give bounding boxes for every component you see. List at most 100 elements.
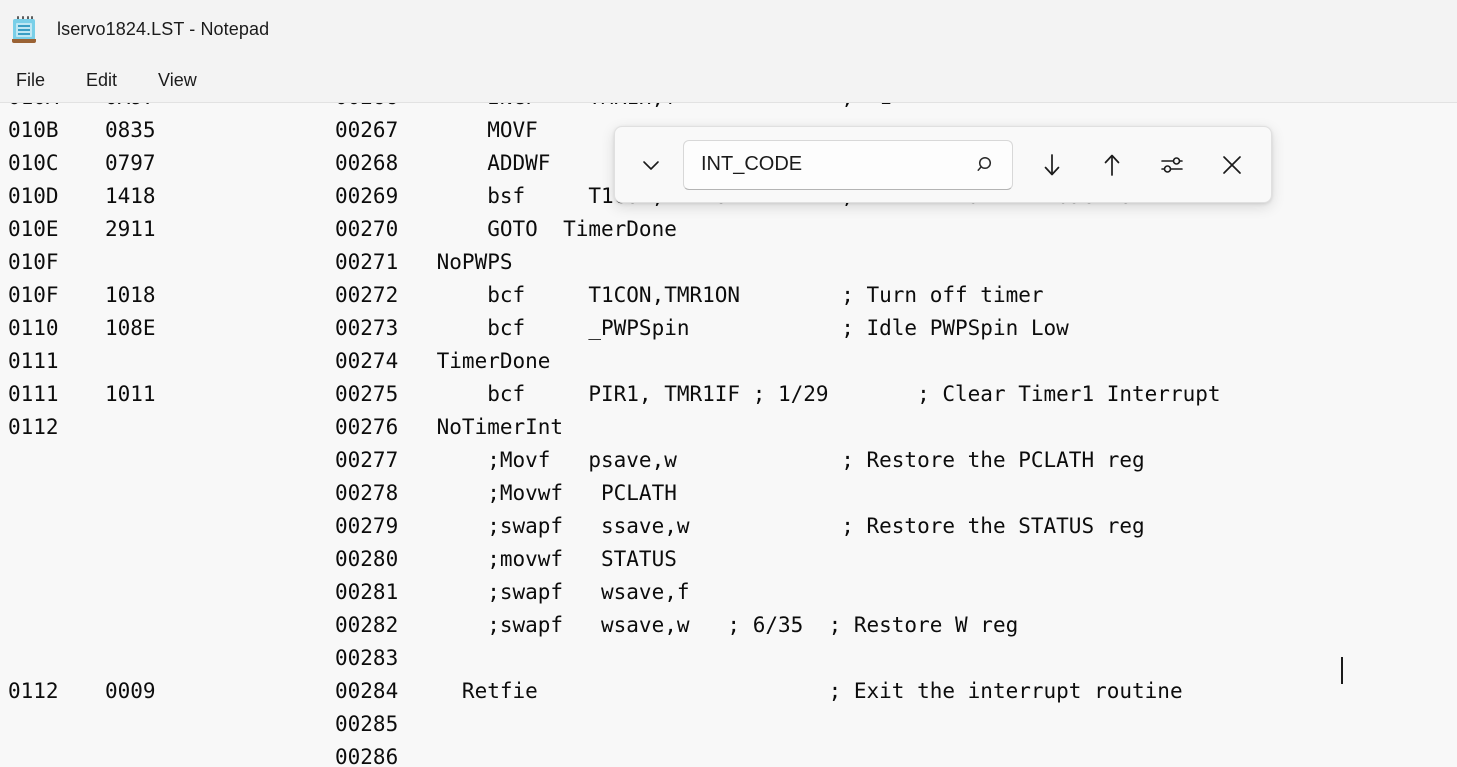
line-number: 00276: [335, 411, 398, 444]
search-submit-button[interactable]: [967, 145, 1007, 185]
code-line: 010F 1018 00272 bcf T1CON,TMR1ON ; Turn of…: [0, 279, 1457, 312]
line-opcode: 2911: [105, 213, 156, 246]
code-line: 00278 ;Movwf PCLATH: [0, 477, 1457, 510]
line-address: 0110: [8, 312, 59, 345]
find-options-button[interactable]: [1149, 142, 1195, 188]
menu-item-file[interactable]: File: [6, 66, 55, 95]
line-address: 010F: [8, 279, 59, 312]
code-line: 00283: [0, 642, 1457, 675]
line-number: 00267: [335, 114, 398, 147]
line-source: GOTO TimerDone: [424, 213, 677, 246]
code-line: 0112 00276 NoTimerInt: [0, 411, 1457, 444]
line-number: 00282: [335, 609, 398, 642]
line-source: bcf T1CON,TMR1ON ; Turn off timer: [424, 279, 1044, 312]
code-line: 010F00271 NoPWPS: [0, 246, 1457, 279]
line-opcode: 0835: [105, 114, 156, 147]
code-line: 010A 0A97 00266 INCF TMR1H,f ; 1: [0, 103, 1457, 114]
line-opcode: 0797: [105, 147, 156, 180]
find-bar: INT_CODE: [614, 126, 1272, 203]
line-source: ;swapf ssave,w ; Restore the STATUS reg: [424, 510, 1145, 543]
code-line: 010E 2911 00270 GOTO TimerDone: [0, 213, 1457, 246]
title-bar: lservo1824.LST - Notepad: [0, 0, 1457, 58]
line-source: INCF TMR1H,f ; 1: [424, 103, 892, 114]
find-previous-button[interactable]: [1089, 142, 1135, 188]
window-title: lservo1824.LST - Notepad: [57, 19, 269, 40]
line-source: ;movwf STATUS: [424, 543, 677, 576]
line-address: 0111: [8, 345, 59, 378]
line-address: 010B: [8, 114, 59, 147]
line-address: 010F: [8, 246, 59, 279]
line-source: NoTimerInt: [424, 411, 563, 444]
code-line: 00279 ;swapf ssave,w ; Restore the STATU…: [0, 510, 1457, 543]
menu-bar: File Edit View: [0, 58, 1457, 103]
search-icon: [976, 154, 998, 176]
notepad-window: lservo1824.LST - Notepad File Edit View …: [0, 0, 1457, 767]
line-source: ;Movwf PCLATH: [424, 477, 677, 510]
line-number: 00284: [335, 675, 398, 708]
code-line: 0110 108E 00273 bcf _PWPSpin ; Idle PWPSpi…: [0, 312, 1457, 345]
code-line: 0111 00274 TimerDone: [0, 345, 1457, 378]
expand-find-replace-button[interactable]: [629, 143, 673, 187]
line-source: ;swapf wsave,w ; 6/35 ; Restore W reg: [424, 609, 1018, 642]
line-address: 0111: [8, 378, 59, 411]
line-source: bcf PIR1, TMR1IF ; 1/29 ; Clear Timer1 I…: [424, 378, 1221, 411]
settings-sliders-icon: [1157, 150, 1187, 180]
find-input-wrapper[interactable]: INT_CODE: [683, 140, 1013, 190]
line-number: 00272: [335, 279, 398, 312]
line-address: 010D: [8, 180, 59, 213]
chevron-down-icon: [640, 154, 662, 176]
find-next-button[interactable]: [1029, 142, 1075, 188]
line-address: 010E: [8, 213, 59, 246]
code-line: 0112 0009 00284 Retfie ; Exit the interrup…: [0, 675, 1457, 708]
arrow-up-icon: [1097, 150, 1127, 180]
line-opcode: 0009: [105, 675, 156, 708]
text-caret: [1341, 657, 1343, 684]
code-line: 00281 ;swapf wsave,f: [0, 576, 1457, 609]
line-number: 00266: [335, 103, 398, 114]
line-number: 00268: [335, 147, 398, 180]
close-icon: [1218, 151, 1246, 179]
close-find-button[interactable]: [1209, 142, 1255, 188]
code-line: 00286: [0, 741, 1457, 767]
line-opcode: 108E: [105, 312, 156, 345]
line-source: ;swapf wsave,f: [424, 576, 690, 609]
line-number: 00285: [335, 708, 398, 741]
line-source: TimerDone: [424, 345, 550, 378]
line-number: 00273: [335, 312, 398, 345]
line-number: 00275: [335, 378, 398, 411]
line-opcode: 0A97: [105, 103, 156, 114]
line-address: 0112: [8, 411, 59, 444]
line-number: 00279: [335, 510, 398, 543]
line-number: 00280: [335, 543, 398, 576]
line-number: 00286: [335, 741, 398, 767]
arrow-down-icon: [1037, 150, 1067, 180]
line-source: Retfie ; Exit the interrupt routine: [424, 675, 1183, 708]
line-address: 010C: [8, 147, 59, 180]
menu-item-view[interactable]: View: [148, 66, 207, 95]
menu-item-edit[interactable]: Edit: [76, 66, 127, 95]
code-line: 0111 1011 00275 bcf PIR1, TMR1IF ; 1/29 ; …: [0, 378, 1457, 411]
line-number: 00277: [335, 444, 398, 477]
line-source: bcf _PWPSpin ; Idle PWPSpin Low: [424, 312, 1069, 345]
line-opcode: 1418: [105, 180, 156, 213]
line-source: MOVF: [424, 114, 538, 147]
search-input[interactable]: INT_CODE: [701, 153, 967, 176]
line-number: 00270: [335, 213, 398, 246]
line-number: 00278: [335, 477, 398, 510]
code-line: 00277 ;Movf psave,w ; Restore the PCLATH…: [0, 444, 1457, 477]
line-number: 00281: [335, 576, 398, 609]
notepad-icon: [10, 14, 38, 44]
line-number: 00274: [335, 345, 398, 378]
line-address: 0112: [8, 675, 59, 708]
line-source: ;Movf psave,w ; Restore the PCLATH reg: [424, 444, 1145, 477]
line-number: 00283: [335, 642, 398, 675]
code-line: 00282 ;swapf wsave,w ; 6/35 ; Restore W …: [0, 609, 1457, 642]
line-opcode: 1011: [105, 378, 156, 411]
line-opcode: 1018: [105, 279, 156, 312]
line-source: ADDWF: [424, 147, 550, 180]
code-line: 00280 ;movwf STATUS: [0, 543, 1457, 576]
line-number: 00271: [335, 246, 398, 279]
line-number: 00269: [335, 180, 398, 213]
line-address: 010A: [8, 103, 59, 114]
code-line: 00285: [0, 708, 1457, 741]
